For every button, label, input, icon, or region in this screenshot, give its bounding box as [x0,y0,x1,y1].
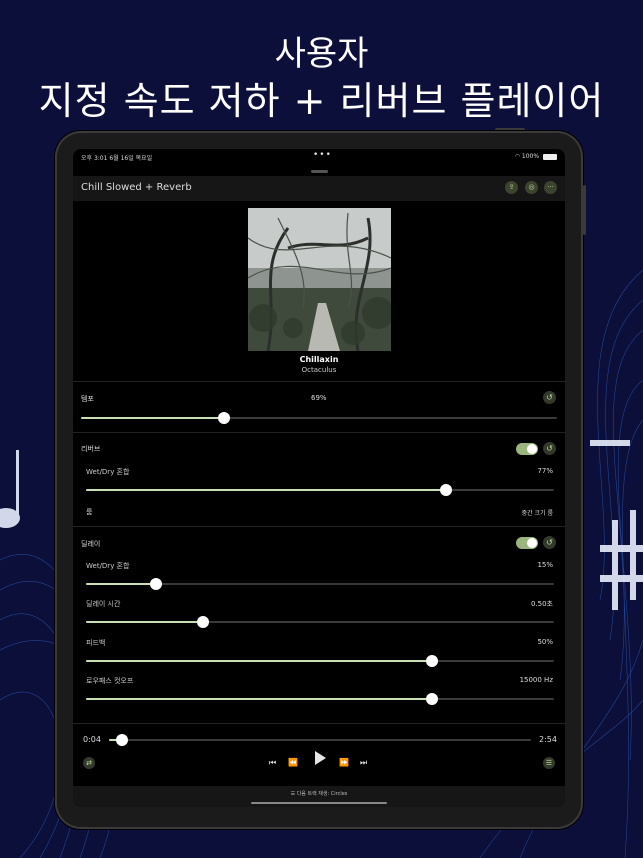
delay-time-slider[interactable] [86,616,554,628]
delay-time-value: 0.50초 [530,600,553,608]
delay-wetdry-thumb[interactable] [150,578,163,590]
tempo-value: 69% [311,394,327,402]
status-bar: 오후 3:01 6월 16일 목요일 ••• ◠ 100% [73,149,565,165]
reverb-wetdry-fill [86,489,447,491]
feedback-label: 피드백 [86,639,106,647]
lowpass-value: 15000 Hz [519,676,553,684]
lowpass-label: 로우패스 컷오프 [86,677,134,685]
sheet-grabber[interactable] [311,170,328,173]
feedback-value: 50% [537,638,553,646]
wifi-icon: ◠ [514,153,520,160]
tempo-slider[interactable] [81,412,557,424]
reset-icon: ↺ [546,444,553,453]
status-time: 오후 3:01 6월 16일 목요일 [81,155,153,162]
divider [73,381,565,382]
toggle-knob [527,444,537,454]
skip-forward-button[interactable]: ⏭ [360,758,367,768]
tempo-reset-button[interactable]: ↺ [543,391,556,404]
delay-time-thumb[interactable] [197,616,209,628]
rewind-icon: ⏪ [288,758,298,767]
tempo-slider-fill [81,417,224,419]
more-button[interactable]: ··· [544,181,557,194]
reverb-toggle[interactable] [516,443,538,455]
track-artist: Octaculus [301,366,337,374]
settings-button[interactable]: ◎ [525,181,538,194]
delay-reset-button[interactable]: ↺ [543,536,556,549]
divider [73,723,565,724]
player-controls: 0:04 2:54 ⇄ ⏮ ⏪ ⏩ ⏭ ☰ [73,725,565,785]
elapsed-time: 0:04 [83,735,101,744]
room-label: 룸 [86,508,93,516]
feedback-fill [86,660,433,662]
status-right: ◠ 100% [515,153,557,160]
delay-time-label: 딜레이 시간 [86,600,121,608]
delay-wetdry-label: Wet/Dry 혼합 [86,562,130,570]
device-side-button [583,185,586,235]
delay-label: 딜레이 [81,540,101,548]
headline-line1: 사용자 [274,34,369,74]
sharp-icon [600,510,643,610]
more-icon: ··· [547,183,554,191]
lowpass-fill [86,698,433,700]
battery-icon [543,153,557,160]
room-value[interactable]: 중간 크기 룸 [522,508,553,517]
app-screen: 오후 3:01 6월 16일 목요일 ••• ◠ 100% Chill Slow… [73,149,565,807]
fast-forward-button[interactable]: ⏩ [339,758,349,767]
up-next-row: ☰ 다음 트랙 재생: Circles [73,790,565,797]
battery-percent: 100% [521,153,540,160]
settings-icon: ◎ [528,183,535,191]
rewind-button[interactable]: ⏪ [288,758,298,767]
delay-wetdry-value: 15% [537,561,553,569]
multitask-dots[interactable]: ••• [313,150,332,160]
album-art [248,208,391,351]
reverb-wetdry-label: Wet/Dry 혼합 [86,468,130,476]
reverb-wetdry-value: 77% [537,467,553,475]
tempo-slider-thumb[interactable] [217,412,230,424]
reverb-wetdry-slider[interactable] [86,484,554,496]
playback-progress[interactable] [109,734,531,746]
reverb-wetdry-thumb[interactable] [440,484,453,496]
reverb-label: 리버브 [81,445,101,453]
duration-time: 2:54 [539,735,557,744]
share-button[interactable]: ⇪ [505,181,518,194]
delay-time-fill [86,621,203,623]
track-title: Chillaxin [299,355,339,364]
queue-icon: ☰ [545,759,553,767]
skip-back-icon: ⏮ [269,758,277,767]
lowpass-thumb[interactable] [426,693,439,705]
delay-wetdry-slider[interactable] [86,578,554,590]
home-indicator[interactable] [251,802,387,804]
feedback-thumb[interactable] [426,655,439,667]
app-title: Chill Slowed + Reverb [81,182,192,193]
flat-icon [590,440,630,446]
list-icon: ☰ [290,791,296,797]
skip-back-button[interactable]: ⏮ [269,758,276,768]
lowpass-slider[interactable] [86,693,554,705]
app-header: Chill Slowed + Reverb ⇪ ◎ ··· [73,176,565,201]
shuffle-icon: ⇄ [86,759,92,767]
delay-wetdry-fill [86,583,157,585]
divider [73,526,565,527]
share-icon: ⇪ [508,183,515,191]
reset-icon: ↺ [546,393,553,402]
reverb-reset-button[interactable]: ↺ [543,442,556,455]
playback-scrubber[interactable] [115,734,128,746]
shuffle-button[interactable]: ⇄ [83,757,95,769]
up-next-bar[interactable]: ☰ 다음 트랙 재생: Circles [73,786,565,807]
music-note-icon [0,450,20,528]
feedback-slider[interactable] [86,655,554,667]
queue-button[interactable]: ☰ [543,757,555,769]
skip-forward-icon: ⏭ [360,758,368,767]
fast-forward-icon: ⏩ [339,758,349,767]
divider [73,432,565,433]
reset-icon: ↺ [546,538,553,547]
delay-toggle[interactable] [516,537,538,549]
play-button[interactable] [315,751,326,765]
headline-line2: 지정 속도 저하 + 리버브 플레이어 [38,79,605,123]
tempo-label: 템포 [81,395,94,403]
toggle-knob [527,538,537,548]
up-next-label: 다음 트랙 재생: Circles [296,791,348,797]
